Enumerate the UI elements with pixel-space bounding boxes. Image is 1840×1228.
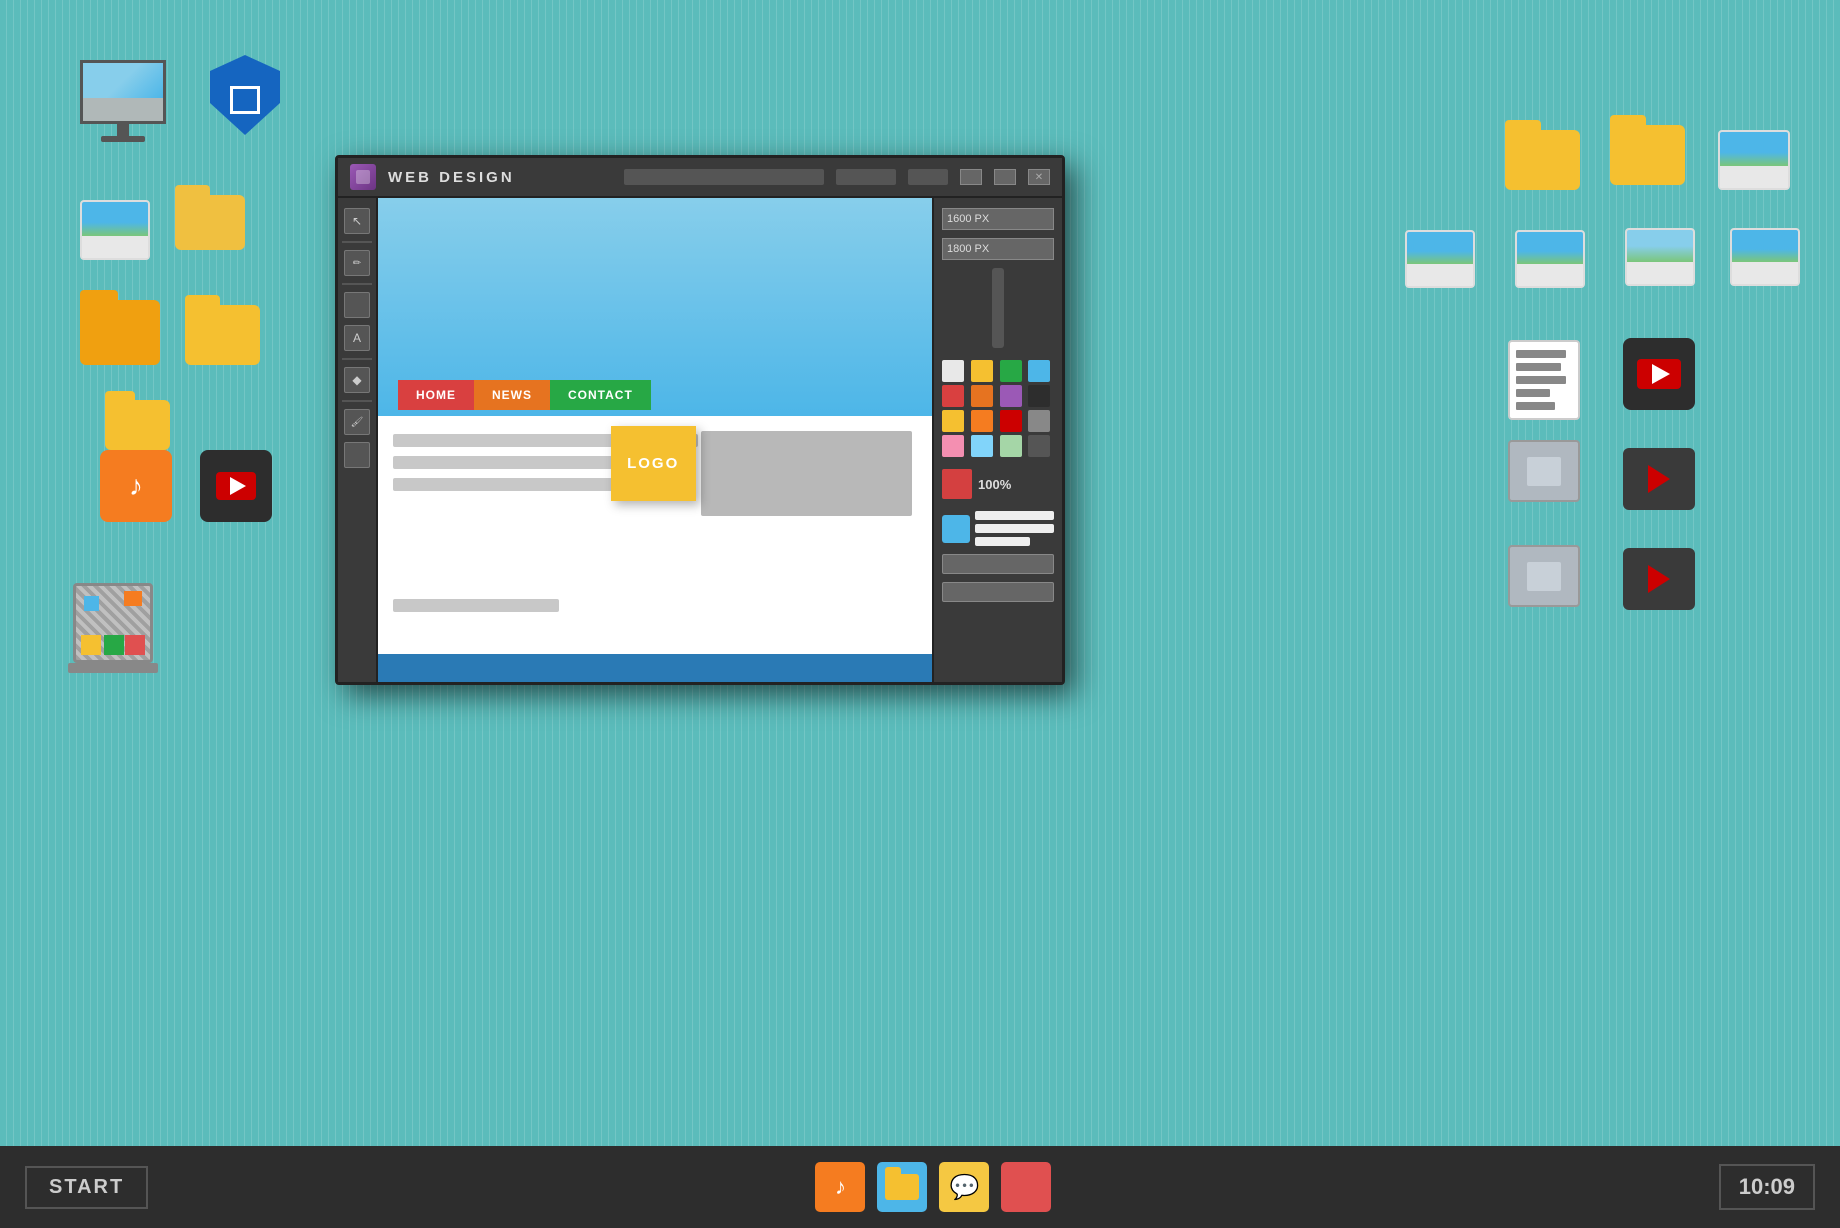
folder-icon-2[interactable]: [80, 300, 160, 365]
youtube-icon-left[interactable]: [200, 450, 272, 522]
tool-small-rect[interactable]: [344, 442, 370, 468]
start-button[interactable]: START: [25, 1166, 148, 1209]
tool-separator: [342, 241, 372, 243]
sidebar-panel: 1600 PX 1800 PX: [932, 198, 1062, 682]
bottom-input-2[interactable]: [942, 582, 1054, 602]
folder-icon-1[interactable]: [175, 195, 245, 250]
folder-icon-top-right-2[interactable]: [1610, 125, 1685, 185]
color-swatches: [942, 360, 1054, 457]
canvas-area: HOME NEWS CONTACT LOGO: [378, 198, 932, 682]
canvas-content-area: HOME NEWS CONTACT LOGO: [378, 416, 932, 652]
window-titlebar: WEB DESIGN ✕: [338, 158, 1062, 198]
tool-text[interactable]: A: [344, 325, 370, 351]
swatch-8[interactable]: [942, 410, 964, 432]
taskbar-time: 10:09: [1719, 1164, 1815, 1210]
tool-separator2: [342, 283, 372, 285]
folder-icon-4[interactable]: [105, 400, 170, 450]
window-title: WEB DESIGN: [388, 169, 612, 186]
swatch-lt-green[interactable]: [1000, 435, 1022, 457]
swatch-11[interactable]: [1028, 410, 1050, 432]
window-minimize[interactable]: [960, 169, 982, 185]
folder-icon-top-right-1[interactable]: [1505, 130, 1580, 190]
image-icon-right-3[interactable]: [1515, 230, 1585, 288]
swatch-dk[interactable]: [1028, 435, 1050, 457]
swatch-0[interactable]: [942, 360, 964, 382]
zoom-row: 100%: [942, 469, 1054, 499]
taskbar-icons-center: ♪ 💬: [815, 1162, 1051, 1212]
image-icon-right-4[interactable]: [1625, 228, 1695, 286]
logo-sticky[interactable]: LOGO: [611, 426, 696, 501]
taskbar: START ♪ 💬 10:09: [0, 1146, 1840, 1228]
swatch-lt-blue[interactable]: [971, 435, 993, 457]
folder-icon-3[interactable]: [185, 305, 260, 365]
nav-contact-btn[interactable]: CONTACT: [550, 380, 651, 410]
taskbar-folder-icon[interactable]: [877, 1162, 927, 1212]
width-input[interactable]: 1600 PX: [942, 208, 1054, 230]
image-icon-1[interactable]: [80, 200, 150, 260]
tool-separator3: [342, 358, 372, 360]
tool-shape[interactable]: ◆: [344, 367, 370, 393]
zoom-value: 100%: [978, 477, 1011, 492]
height-input-row: 1800 PX: [942, 238, 1054, 260]
trash-icon[interactable]: [65, 575, 160, 685]
swatch-4[interactable]: [942, 385, 964, 407]
canvas-nav-bar: HOME NEWS CONTACT: [398, 380, 651, 410]
monitor-icon[interactable]: [80, 60, 166, 142]
image-icon-right-5[interactable]: [1730, 228, 1800, 286]
youtube-icon-right-bottom[interactable]: [1623, 448, 1695, 510]
gray-icon-right-1[interactable]: [1508, 440, 1580, 502]
tool-select[interactable]: ↖: [344, 208, 370, 234]
tool-separator4: [342, 400, 372, 402]
window-title-icon: [350, 164, 376, 190]
tool-paint[interactable]: 🖌: [344, 409, 370, 435]
swatch-7[interactable]: [1028, 385, 1050, 407]
tool-rect[interactable]: [344, 292, 370, 318]
taskbar-red-icon[interactable]: [1001, 1162, 1051, 1212]
music-icon[interactable]: ♪: [100, 450, 172, 522]
swatch-1[interactable]: [971, 360, 993, 382]
content-line-3: [393, 478, 642, 491]
window-maximize[interactable]: [994, 169, 1016, 185]
window-close[interactable]: ✕: [1028, 169, 1050, 185]
zoom-color-box[interactable]: [942, 469, 972, 499]
height-input[interactable]: 1800 PX: [942, 238, 1054, 260]
swatch-3[interactable]: [1028, 360, 1050, 382]
youtube-icon-right-bottom2[interactable]: [1623, 548, 1695, 610]
image-icon-top-right-1[interactable]: [1718, 130, 1790, 190]
bottom-input-1[interactable]: [942, 554, 1054, 574]
swatch-6[interactable]: [1000, 385, 1022, 407]
content-block-right: [701, 431, 912, 516]
doc-icon-right[interactable]: [1508, 340, 1580, 420]
swatch-2[interactable]: [1000, 360, 1022, 382]
taskbar-chat-icon[interactable]: 💬: [939, 1162, 989, 1212]
gray-icon-right-2[interactable]: [1508, 545, 1580, 607]
canvas-footer: [378, 654, 932, 682]
web-design-window: WEB DESIGN ✕ ↖ ✏ A ◆ 🖌: [335, 155, 1065, 685]
swatch-9[interactable]: [971, 410, 993, 432]
swatch-10[interactable]: [1000, 410, 1022, 432]
content-line-4: [393, 599, 559, 612]
nav-home-btn[interactable]: HOME: [398, 380, 474, 410]
youtube-icon-right-mid[interactable]: [1623, 338, 1695, 410]
tools-panel: ↖ ✏ A ◆ 🖌: [338, 198, 378, 682]
width-input-row: 1600 PX: [942, 208, 1054, 230]
swatch-5[interactable]: [971, 385, 993, 407]
shield-icon[interactable]: [210, 55, 280, 135]
nav-news-btn[interactable]: NEWS: [474, 380, 550, 410]
tool-pen[interactable]: ✏: [344, 250, 370, 276]
image-icon-right-2[interactable]: [1405, 230, 1475, 288]
swatch-pink[interactable]: [942, 435, 964, 457]
panel-widget: [942, 511, 1054, 546]
taskbar-music-icon[interactable]: ♪: [815, 1162, 865, 1212]
